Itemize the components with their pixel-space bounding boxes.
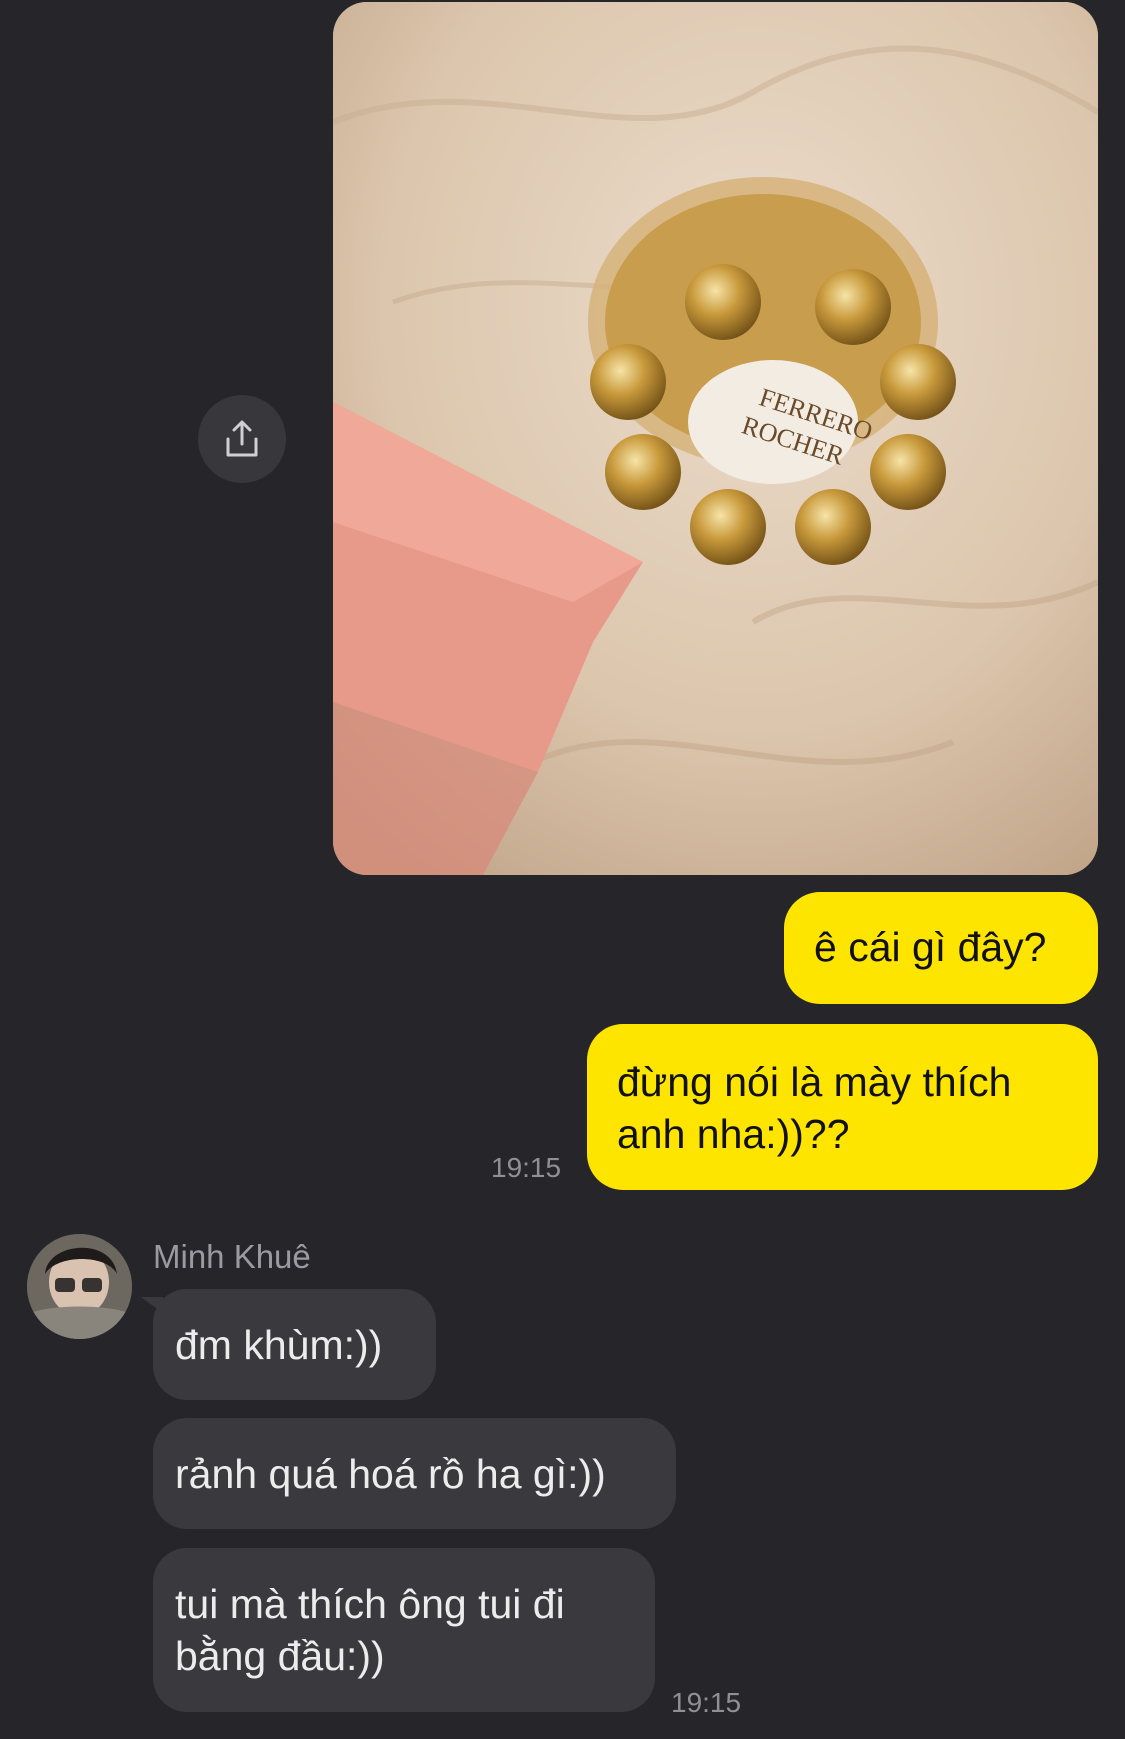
incoming-message[interactable]: rảnh quá hoá rồ ha gì:)) [153, 1418, 676, 1529]
incoming-message[interactable]: tui mà thích ông tui đi bằng đầu:)) [153, 1548, 655, 1712]
shared-photo[interactable]: FERRERO ROCHER [333, 2, 1098, 875]
message-timestamp: 19:15 [491, 1152, 562, 1183]
avatar-image [27, 1234, 132, 1339]
outgoing-message[interactable]: đừng nói là mày thích anh nha:))?? [587, 1024, 1098, 1190]
message-text: đm khùm:)) [175, 1322, 383, 1368]
outgoing-message[interactable]: ê cái gì đây? [784, 892, 1098, 1004]
incoming-message[interactable]: đm khùm:)) [141, 1289, 436, 1400]
share-icon [226, 420, 258, 457]
message-timestamp: 19:15 [671, 1687, 742, 1718]
message-text: rảnh quá hoá rồ ha gì:)) [175, 1451, 606, 1497]
share-button[interactable] [198, 395, 286, 483]
avatar[interactable] [27, 1234, 132, 1339]
sender-name: Minh Khuê [153, 1238, 311, 1275]
message-text: ê cái gì đây? [814, 924, 1047, 970]
message-text: tui mà thích ông tui đi bằng đầu:)) [175, 1581, 565, 1679]
message-text: đừng nói là mày thích anh nha:))?? [617, 1059, 1012, 1157]
photo-content: FERRERO ROCHER [333, 2, 1098, 875]
